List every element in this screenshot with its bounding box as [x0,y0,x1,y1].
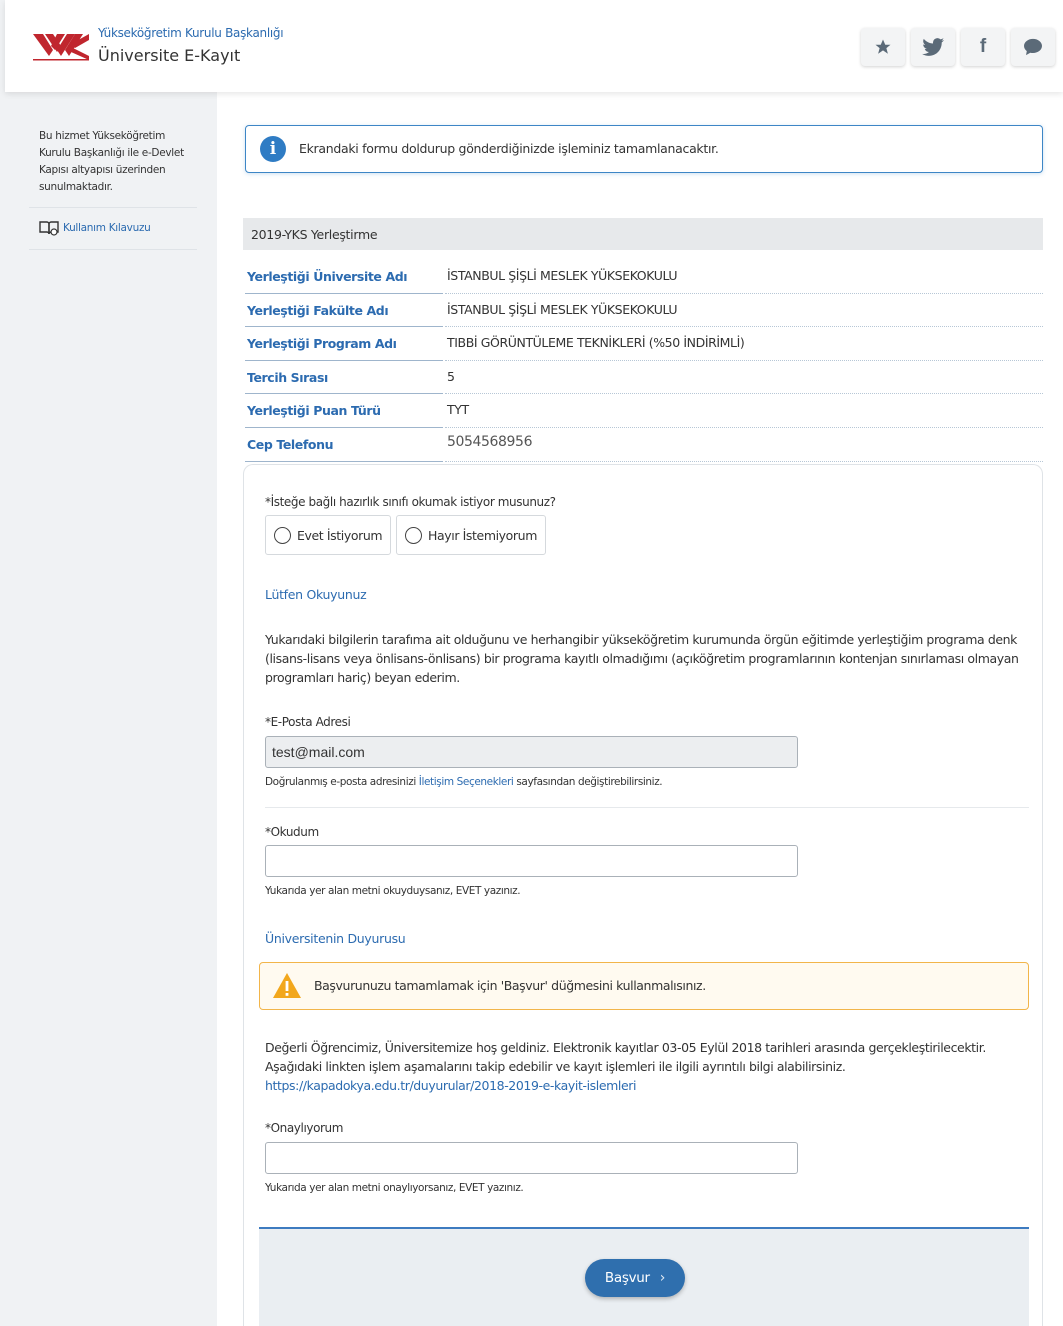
warning-message: Başvurunuzu tamamlamak için 'Başvur' düğ… [314,978,706,993]
header-subtitle: Yükseköğretim Kurulu Başkanlığı [98,26,284,40]
detail-label: Cep Telefonu [247,436,334,452]
read-confirm-help: Yukarıda yer alan metni okuyduysanız, EV… [265,885,521,897]
detail-row-score-type: Yerleştiği Puan Türü TYT [245,394,1043,428]
yok-logo[interactable] [31,30,91,64]
comment-button[interactable] [1011,28,1055,66]
placement-details: Yerleştiği Üniversite Adı İSTANBUL ŞİŞLİ… [245,260,1043,462]
announcement-link[interactable]: https://kapadokya.edu.tr/duyurular/2018-… [265,1078,636,1093]
confirm-input[interactable] [265,1142,798,1174]
radio-unchecked-icon [405,526,422,544]
prep-no-label: Hayır İstemiyorum [428,527,537,543]
declaration-text: Yukarıdaki bilgilerin tarafıma ait olduğ… [265,632,1019,685]
email-label: *E-Posta Adresi [265,715,351,729]
submit-label: Başvur [604,1270,650,1286]
app-header: Yükseköğretim Kurulu Başkanlığı Üniversi… [5,0,1063,92]
detail-row-faculty: Yerleştiği Fakülte Adı İSTANBUL ŞİŞLİ ME… [245,294,1043,328]
info-alert: i Ekrandaki formu doldurup gönderdiğiniz… [245,125,1043,173]
prep-no-option[interactable]: Hayır İstemiyorum [396,515,546,555]
comment-icon [1024,38,1042,56]
detail-label: Yerleştiği Üniversite Adı [247,269,408,284]
announcement-title: Üniversitenin Duyurusu [265,931,406,946]
form-footer: Başvur › [259,1227,1029,1326]
user-guide-label: Kullanım Kılavuzu [63,222,151,234]
sidebar-divider [29,249,197,250]
service-description: Bu hizmet Yükseköğretim Kurulu Başkanlığ… [39,130,184,193]
detail-value: İSTANBUL ŞİŞLİ MESLEK YÜKSEKOKULU [447,301,678,317]
prep-class-question: *İsteğe bağlı hazırlık sınıfı okumak ist… [265,495,556,509]
detail-value: TIBBİ GÖRÜNTÜLEME TEKNİKLERİ (%50 İNDİRİ… [447,335,745,351]
detail-row-phone: Cep Telefonu 5054568956 [245,428,1043,462]
email-help: Doğrulanmış e-posta adresinizi İletişim … [265,776,663,788]
facebook-icon: f [979,36,987,57]
contact-options-link[interactable]: İletişim Seçenekleri [419,776,514,788]
read-confirm-label: *Okudum [265,825,319,839]
announcement-text: Değerli Öğrencimiz, Üniversitemize hoş g… [265,1040,986,1093]
detail-row-program: Yerleştiği Program Adı TIBBİ GÖRÜNTÜLEME… [245,327,1043,361]
email-field[interactable]: test@mail.com [265,736,798,768]
form-divider [265,807,1029,808]
warning-icon [273,973,301,998]
detail-row-preference: Tercih Sırası 5 [245,361,1043,395]
detail-label: Yerleştiği Fakülte Adı [247,302,389,318]
detail-label: Yerleştiği Puan Türü [247,403,381,419]
twitter-icon [922,38,944,56]
favorite-button[interactable] [861,28,905,66]
star-icon [875,39,891,54]
registration-form: *İsteğe bağlı hazırlık sınıfı okumak ist… [243,464,1043,1326]
header-actions: f [861,28,1055,66]
sidebar-divider [29,207,197,208]
radio-unchecked-icon [274,526,291,544]
main-content: i Ekrandaki formu doldurup gönderdiğiniz… [217,92,1063,1326]
user-guide-link[interactable]: Kullanım Kılavuzu [39,220,151,236]
info-icon: i [260,136,286,162]
placement-section-title: 2019-YKS Yerleştirme [243,218,1043,250]
detail-value: 5 [447,368,455,384]
sidebar: Bu hizmet Yükseköğretim Kurulu Başkanlığ… [5,92,217,1326]
prep-yes-option[interactable]: Evet İstiyorum [265,515,392,555]
detail-label: Tercih Sırası [247,369,328,385]
detail-value: 5054568956 [447,433,533,450]
read-confirm-input[interactable] [265,845,798,877]
detail-row-university: Yerleştiği Üniversite Adı İSTANBUL ŞİŞLİ… [245,260,1043,294]
prep-yes-label: Evet İstiyorum [297,527,383,543]
detail-value: TYT [447,402,469,418]
read-title: Lütfen Okuyunuz [265,587,367,602]
book-icon [39,221,59,236]
warning-alert: Başvurunuzu tamamlamak için 'Başvur' düğ… [259,962,1029,1010]
twitter-button[interactable] [911,28,955,66]
submit-button[interactable]: Başvur › [585,1259,685,1297]
info-message: Ekrandaki formu doldurup gönderdiğinizde… [299,141,719,156]
header-title: Üniversite E-Kayıt [98,46,241,65]
chevron-right-icon: › [659,1270,666,1286]
confirm-label: *Onaylıyorum [265,1121,344,1135]
detail-label: Yerleştiği Program Adı [247,336,397,352]
confirm-help: Yukarıda yer alan metni onaylıyorsanız, … [265,1182,524,1194]
facebook-button[interactable]: f [961,28,1005,66]
detail-value: İSTANBUL ŞİŞLİ MESLEK YÜKSEKOKULU [447,268,678,283]
